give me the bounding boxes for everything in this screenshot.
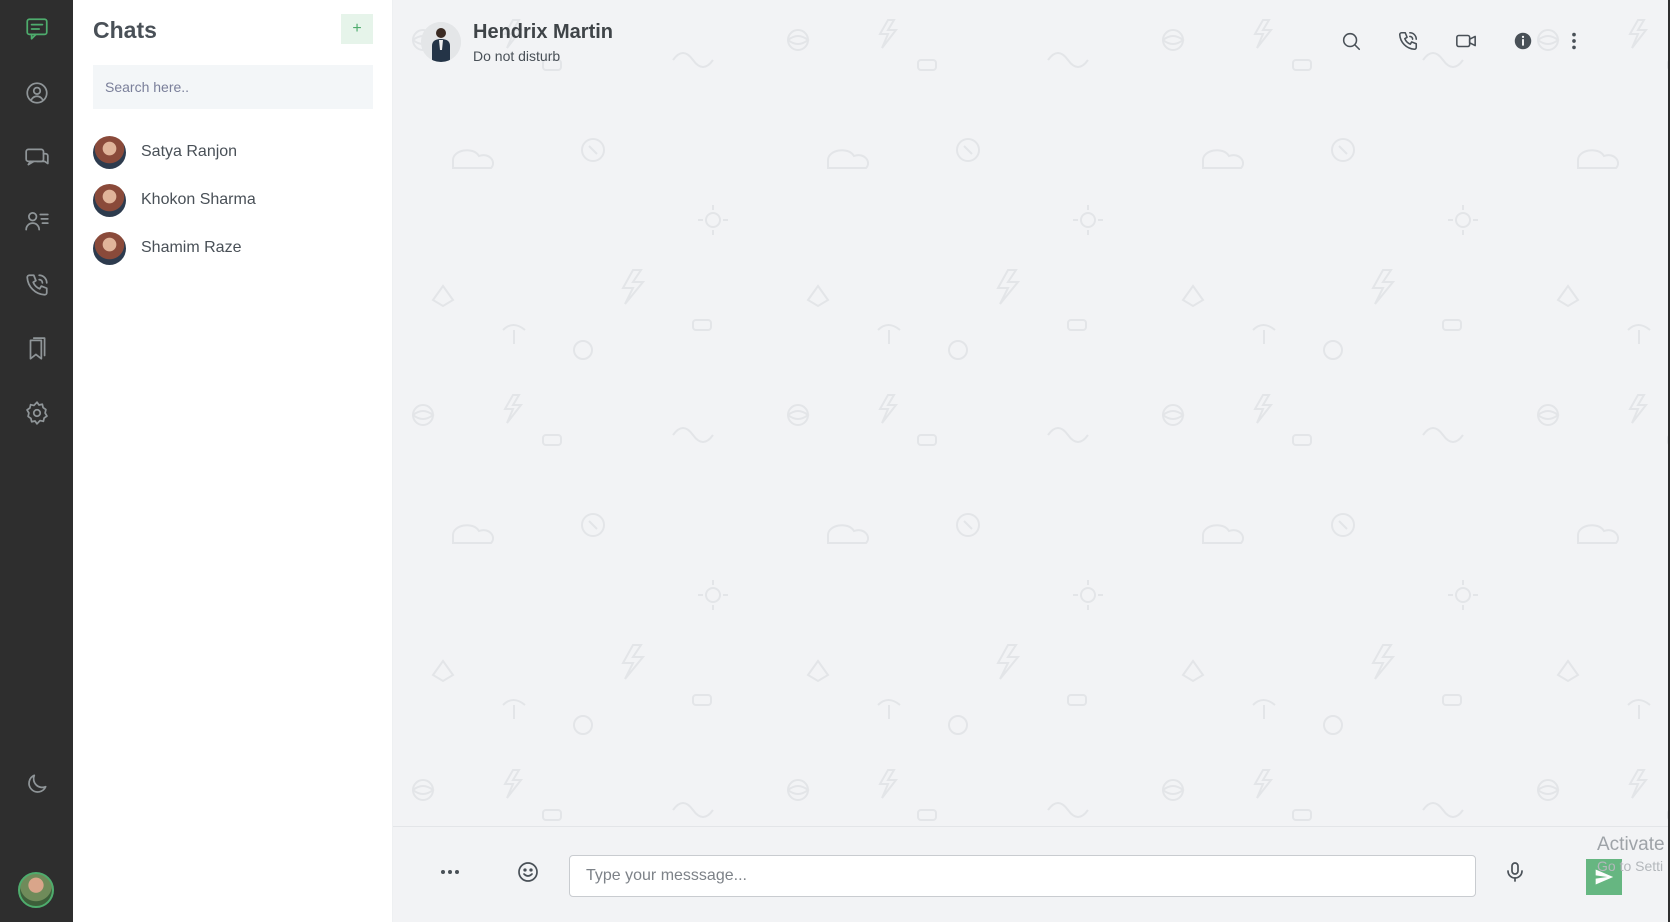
contact-avatar (93, 135, 126, 169)
bookmarks-nav-button[interactable] (0, 329, 73, 369)
mic-icon (1507, 862, 1523, 882)
contact-name: Shamim Raze (141, 239, 242, 256)
contact-name[interactable]: Hendrix Martin (473, 21, 613, 44)
side-menu (0, 0, 73, 922)
more-options-button[interactable] (1559, 26, 1589, 56)
chat-list-item[interactable]: Khokon Sharma (93, 176, 373, 224)
voice-call-button[interactable] (1393, 26, 1423, 56)
phone-call-icon (25, 274, 48, 296)
moon-icon (27, 774, 47, 793)
add-chat-button[interactable]: + (341, 14, 373, 44)
activation-watermark-subtext: Go to Setti (1597, 858, 1664, 874)
contact-name: Satya Ranjon (141, 143, 238, 160)
more-horizontal-icon (441, 870, 459, 874)
conversation-area: Hendrix Martin Do not disturb Type your … (393, 0, 1670, 922)
message-composer (393, 826, 1670, 922)
more-vertical-icon (1572, 32, 1576, 50)
chat-list: Satya Ranjon Khokon Sharma Shamim Raze (93, 128, 373, 272)
bookmark-icon (29, 337, 45, 360)
search-input[interactable] (93, 65, 373, 109)
gear-icon (25, 401, 48, 425)
profile-nav-button[interactable] (0, 73, 73, 113)
contact-name: Khokon Sharma (141, 191, 256, 208)
contacts-nav-button[interactable] (0, 201, 73, 241)
background-pattern (393, 0, 1670, 826)
theme-toggle-button[interactable] (0, 764, 73, 804)
info-button[interactable] (1508, 26, 1538, 56)
chat-list-item[interactable]: Satya Ranjon (93, 128, 373, 176)
panel-title: Chats (93, 17, 157, 43)
chat-icon (25, 18, 48, 40)
contact-status: Do not disturb (473, 48, 561, 64)
video-icon (1456, 34, 1476, 48)
search-button[interactable] (1336, 26, 1366, 56)
phone-icon (1398, 31, 1418, 51)
user-circle-icon (25, 82, 48, 104)
emoji-button[interactable] (511, 855, 545, 889)
contacts-icon (24, 212, 49, 231)
chats-nav-button[interactable] (0, 9, 73, 49)
activation-watermark: Activate (1597, 834, 1665, 855)
emoji-icon (518, 862, 538, 882)
contact-avatar[interactable] (421, 22, 461, 62)
conversation-header: Hendrix Martin Do not disturb (393, 0, 1670, 84)
chat-list-panel: Chats + Satya Ranjon Khokon Sharma Shami… (73, 0, 393, 922)
message-input[interactable] (569, 855, 1476, 897)
calls-nav-button[interactable] (0, 265, 73, 305)
info-icon (1514, 32, 1532, 50)
groups-nav-button[interactable] (0, 137, 73, 177)
voice-record-button[interactable] (1498, 855, 1532, 889)
more-actions-button[interactable] (433, 855, 467, 889)
contact-avatar (93, 231, 126, 265)
search-icon (1342, 32, 1361, 51)
settings-nav-button[interactable] (0, 393, 73, 433)
video-call-button[interactable] (1451, 26, 1481, 56)
messages-icon (24, 148, 49, 166)
contact-avatar (93, 183, 126, 217)
person-silhouette-icon (421, 22, 461, 62)
chat-list-item[interactable]: Shamim Raze (93, 224, 373, 272)
user-avatar[interactable] (18, 872, 54, 908)
